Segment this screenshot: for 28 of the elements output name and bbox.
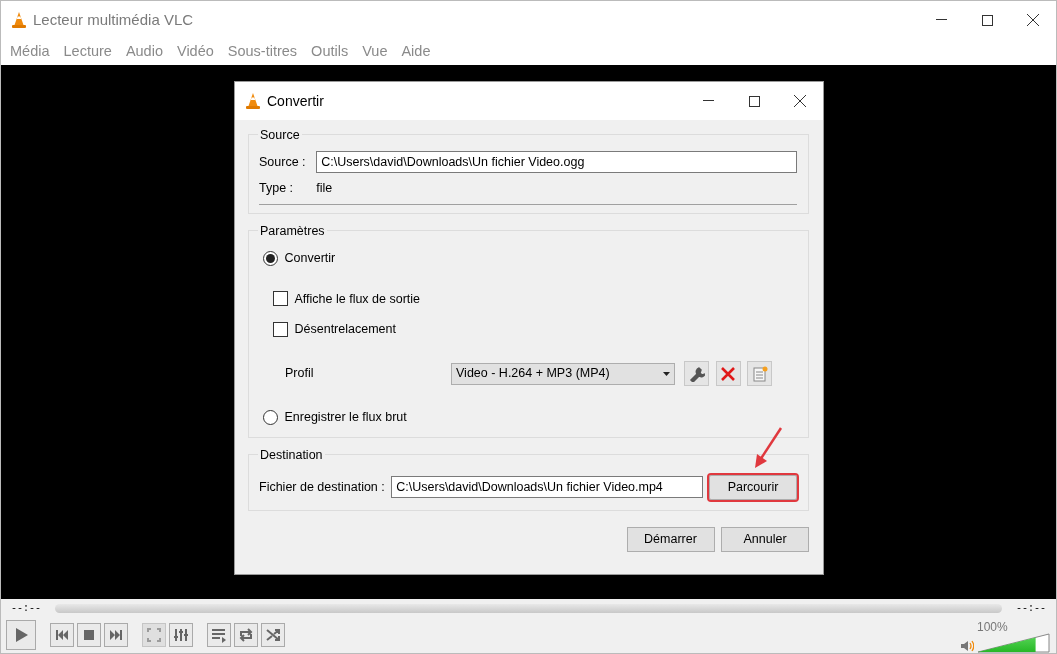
type-value: file — [316, 180, 333, 197]
browse-button[interactable]: Parcourir — [709, 474, 797, 500]
window-title: Lecteur multimédia VLC — [33, 9, 195, 30]
remaining-time: --:-- — [1016, 601, 1046, 616]
volume-reading: 100% — [977, 621, 1008, 633]
menu-item[interactable]: Vue — [357, 41, 397, 63]
menu-item[interactable]: Lecture — [58, 41, 121, 63]
option-label: Convertir — [284, 249, 336, 267]
menu-item[interactable]: Audio — [120, 41, 172, 63]
cancel-button[interactable]: Annuler — [721, 526, 809, 552]
menu-item[interactable]: Aide — [396, 41, 440, 63]
destination-field[interactable]: C:\Users\david\Downloads\Un fichier Video.mp4 — [391, 476, 703, 499]
menu-item[interactable]: Média — [5, 41, 59, 63]
dialog-title: Convertir — [267, 91, 325, 111]
option-label: Affiche le flux de sortie — [294, 290, 421, 308]
profile-dropdown[interactable]: Video - H.264 + MP3 (MP4) — [451, 362, 675, 385]
start-button[interactable]: Démarrer — [626, 526, 715, 552]
profile-label: Profil — [285, 365, 315, 383]
menu-item[interactable]: Vidéo — [171, 41, 223, 63]
field-label: Type : — [259, 180, 295, 197]
option-label: Désentrelacement — [294, 321, 396, 339]
source-field[interactable]: C:\Users\david\Downloads\Un fichier Video.ogg — [316, 151, 797, 173]
field-label: Source : — [259, 153, 307, 171]
menu-item[interactable]: Outils — [306, 41, 358, 63]
menu-item[interactable]: Sous-titres — [222, 41, 307, 63]
elapsed-time: --:-- — [11, 601, 41, 616]
field-label: Fichier de destination : — [259, 478, 385, 496]
option-label: Enregistrer le flux brut — [284, 409, 407, 426]
